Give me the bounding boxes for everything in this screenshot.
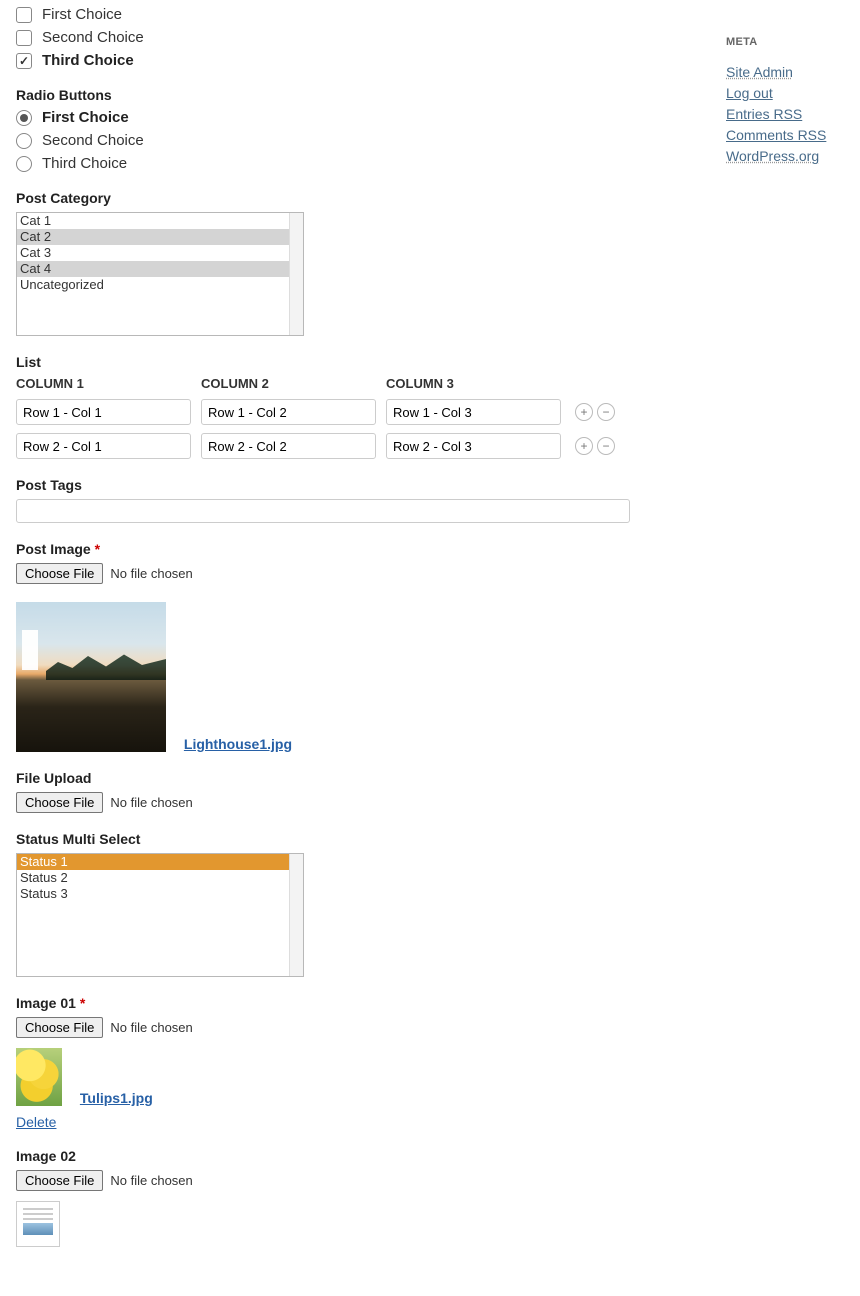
remove-row-icon[interactable]: − [597, 403, 615, 421]
list-cell-input[interactable] [201, 399, 376, 425]
sidebar-link-site-admin[interactable]: Site Admin [726, 64, 846, 80]
list-row: + − [16, 399, 614, 425]
radio-first-choice[interactable] [16, 110, 32, 126]
choose-file-button[interactable]: Choose File [16, 1170, 103, 1191]
select-option[interactable]: Status 2 [17, 870, 291, 886]
checkbox-third-choice[interactable] [16, 53, 32, 69]
choose-file-button[interactable]: Choose File [16, 792, 103, 813]
column-header: COLUMN 2 [201, 376, 376, 391]
checkbox-second-choice[interactable] [16, 30, 32, 46]
column-header: COLUMN 1 [16, 376, 191, 391]
remove-row-icon[interactable]: − [597, 437, 615, 455]
post-tags-input[interactable] [16, 499, 630, 523]
list-row: + − [16, 433, 614, 459]
image01-label: Image 01 * [16, 995, 614, 1011]
thumbnail-document [16, 1201, 60, 1247]
select-option[interactable]: Cat 1 [17, 213, 291, 229]
column-header: COLUMN 3 [386, 376, 561, 391]
thumbnail-lighthouse [16, 602, 166, 752]
post-category-select[interactable]: Cat 1 Cat 2 Cat 3 Cat 4 Uncategorized [16, 212, 304, 336]
checkbox-first-choice[interactable] [16, 7, 32, 23]
add-row-icon[interactable]: + [575, 437, 593, 455]
radio-third-choice[interactable] [16, 156, 32, 172]
file-status: No file chosen [110, 1173, 192, 1188]
select-option[interactable]: Cat 4 [17, 261, 291, 277]
file-upload-label: File Upload [16, 770, 614, 786]
list-cell-input[interactable] [201, 433, 376, 459]
scrollbar[interactable] [289, 213, 303, 335]
file-link[interactable]: Tulips1.jpg [80, 1090, 153, 1106]
choose-file-button[interactable]: Choose File [16, 1017, 103, 1038]
radio-label: Third Choice [42, 155, 127, 172]
radio-label: Second Choice [42, 132, 144, 149]
radio-group: First Choice Second Choice Third Choice [16, 109, 614, 172]
thumbnail-tulips [16, 1048, 62, 1106]
file-link[interactable]: Lighthouse1.jpg [184, 736, 292, 752]
select-option[interactable]: Status 3 [17, 886, 291, 902]
sidebar-link-log-out[interactable]: Log out [726, 85, 846, 101]
post-image-label: Post Image * [16, 541, 614, 557]
scrollbar[interactable] [289, 854, 303, 976]
status-multiselect[interactable]: Status 1 Status 2 Status 3 [16, 853, 304, 977]
file-status: No file chosen [110, 566, 192, 581]
list-header: COLUMN 1 COLUMN 2 COLUMN 3 [16, 376, 614, 391]
checkbox-label: First Choice [42, 6, 122, 23]
select-option[interactable]: Status 1 [17, 854, 291, 870]
file-status: No file chosen [110, 1020, 192, 1035]
list-cell-input[interactable] [386, 399, 561, 425]
post-category-label: Post Category [16, 190, 614, 206]
list-label: List [16, 354, 614, 370]
list-cell-input[interactable] [16, 399, 191, 425]
select-option[interactable]: Cat 3 [17, 245, 291, 261]
sidebar-link-comments-rss[interactable]: Comments RSS [726, 127, 846, 143]
file-status: No file chosen [110, 795, 192, 810]
select-option[interactable]: Uncategorized [17, 277, 291, 293]
status-multiselect-label: Status Multi Select [16, 831, 614, 847]
choose-file-button[interactable]: Choose File [16, 563, 103, 584]
checkbox-label: Second Choice [42, 29, 144, 46]
radio-second-choice[interactable] [16, 133, 32, 149]
select-option[interactable]: Cat 2 [17, 229, 291, 245]
sidebar-link-wordpress-org[interactable]: WordPress.org [726, 148, 846, 164]
sidebar-link-entries-rss[interactable]: Entries RSS [726, 106, 846, 122]
list-cell-input[interactable] [16, 433, 191, 459]
checkbox-group: First Choice Second Choice Third Choice [16, 6, 614, 69]
delete-link[interactable]: Delete [16, 1114, 56, 1130]
sidebar-meta: META Site Admin Log out Entries RSS Comm… [726, 6, 846, 169]
sidebar-title: META [726, 36, 846, 48]
post-tags-label: Post Tags [16, 477, 614, 493]
image02-label: Image 02 [16, 1148, 614, 1164]
list-cell-input[interactable] [386, 433, 561, 459]
add-row-icon[interactable]: + [575, 403, 593, 421]
radio-title: Radio Buttons [16, 87, 614, 103]
radio-label: First Choice [42, 109, 129, 126]
checkbox-label: Third Choice [42, 52, 134, 69]
